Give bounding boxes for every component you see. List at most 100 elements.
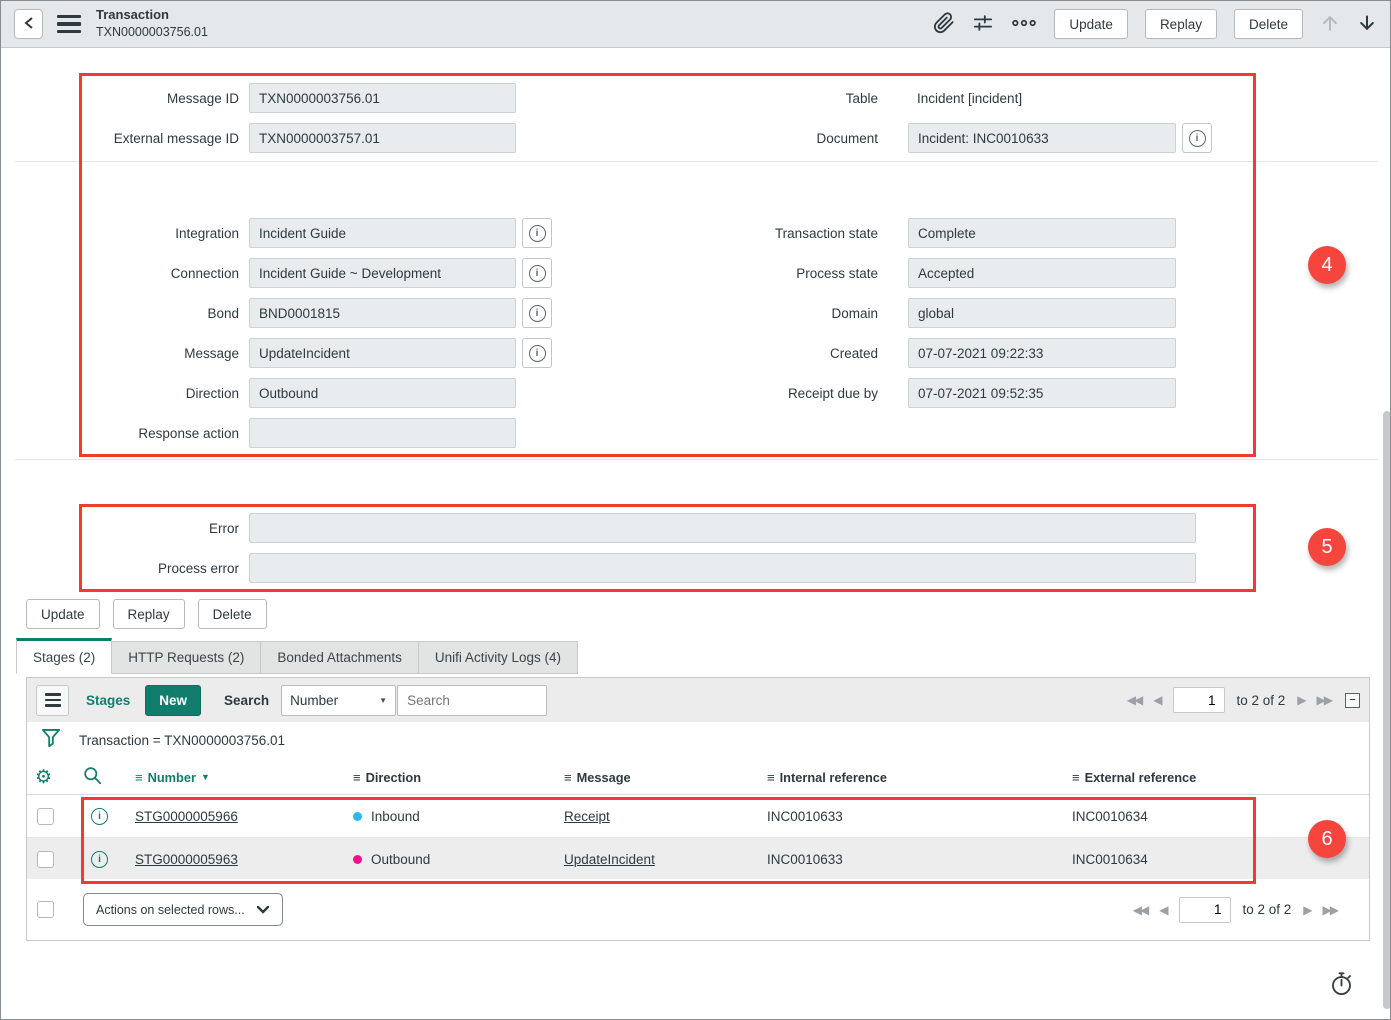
annotation-badge-6: 6: [1308, 820, 1346, 858]
actions-on-selected-rows-select[interactable]: Actions on selected rows...: [83, 893, 283, 926]
last-page-button[interactable]: ▶▶: [1323, 903, 1337, 917]
stage-number-link[interactable]: STG0000005966: [135, 809, 238, 824]
transaction-state-input[interactable]: [908, 218, 1176, 248]
page-scrollbar[interactable]: [1383, 411, 1391, 1009]
more-options-button[interactable]: [1011, 17, 1037, 32]
stage-message-link[interactable]: UpdateIncident: [564, 852, 655, 867]
info-icon: i: [91, 851, 108, 868]
delete-button[interactable]: Delete: [1234, 9, 1303, 39]
column-header-message[interactable]: ≡ Message: [564, 759, 631, 795]
field-label: Message ID: [41, 91, 249, 106]
stage-number-link[interactable]: STG0000005963: [135, 852, 238, 867]
tab-http-requests[interactable]: HTTP Requests (2): [112, 641, 261, 674]
row-checkbox[interactable]: [37, 851, 54, 868]
sort-descending-icon: ▼: [201, 772, 210, 782]
column-header-internal-reference[interactable]: ≡ Internal reference: [767, 759, 887, 795]
info-icon: i: [1189, 130, 1206, 147]
column-search-button[interactable]: [83, 759, 102, 795]
response-time-button[interactable]: [1329, 971, 1354, 1001]
delete-button-bottom[interactable]: Delete: [198, 599, 267, 629]
row-checkbox[interactable]: [37, 808, 54, 825]
field-domain: Domain: [701, 298, 1176, 328]
direction-input[interactable]: [249, 378, 516, 408]
column-header-number[interactable]: ≡ Number ▼: [135, 759, 210, 795]
tab-stages[interactable]: Stages (2): [16, 638, 112, 674]
page-number-input[interactable]: [1173, 687, 1225, 713]
first-page-button[interactable]: ◀◀: [1127, 693, 1141, 707]
list-toolbar: Stages New Search Number ▼ ◀◀ ◀ to 2 of …: [27, 678, 1369, 722]
row-preview-button[interactable]: i: [91, 808, 108, 825]
list-column-headers: ⚙ ≡ Number ▼ ≡ Direction ≡ Message ≡: [27, 759, 1369, 795]
minimize-list-button[interactable]: −: [1345, 693, 1360, 708]
bond-input[interactable]: [249, 298, 516, 328]
internal-reference-value: INC0010633: [767, 852, 843, 867]
previous-page-button[interactable]: ◀: [1153, 693, 1160, 707]
process-state-input[interactable]: [908, 258, 1176, 288]
new-stage-button[interactable]: New: [145, 685, 201, 716]
response-action-input[interactable]: [249, 418, 516, 448]
field-label: Transaction state: [701, 226, 908, 241]
field-message-id: Message ID: [41, 83, 516, 113]
update-button-bottom[interactable]: Update: [26, 599, 100, 629]
connection-input[interactable]: [249, 258, 516, 288]
receipt-due-by-input[interactable]: [908, 378, 1176, 408]
bond-preview-button[interactable]: i: [522, 298, 552, 328]
outbound-dot-icon: [353, 855, 362, 864]
field-message: Message i: [41, 338, 552, 368]
field-created: Created: [701, 338, 1176, 368]
field-transaction-state: Transaction state: [701, 218, 1176, 248]
direction-value: Outbound: [371, 852, 430, 867]
column-label: Message: [577, 770, 631, 785]
next-page-button[interactable]: ▶: [1303, 903, 1310, 917]
list-context-menu-button[interactable]: [36, 685, 69, 716]
domain-input[interactable]: [908, 298, 1176, 328]
process-error-input[interactable]: [249, 553, 1196, 583]
replay-button-bottom[interactable]: Replay: [113, 599, 185, 629]
column-menu-icon: ≡: [1072, 770, 1080, 785]
field-external-message-id: External message ID: [41, 123, 516, 153]
attachments-button[interactable]: [933, 12, 955, 37]
document-input[interactable]: [908, 123, 1176, 153]
last-page-button[interactable]: ▶▶: [1317, 693, 1331, 707]
info-icon: i: [529, 305, 546, 322]
list-search-input[interactable]: [397, 685, 547, 716]
integration-preview-button[interactable]: i: [522, 218, 552, 248]
row-preview-button[interactable]: i: [91, 851, 108, 868]
next-page-button[interactable]: ▶: [1297, 693, 1304, 707]
replay-button[interactable]: Replay: [1145, 9, 1217, 39]
created-input[interactable]: [908, 338, 1176, 368]
additional-actions-menu-icon[interactable]: [57, 15, 81, 34]
next-record-button[interactable]: [1357, 12, 1377, 37]
page-number-input[interactable]: [1179, 897, 1231, 923]
back-button[interactable]: [14, 9, 43, 39]
message-id-input[interactable]: [249, 83, 516, 113]
filter-icon[interactable]: [41, 728, 61, 753]
personalize-form-button[interactable]: [972, 13, 994, 36]
actions-select-placeholder: Actions on selected rows...: [96, 903, 245, 917]
message-input[interactable]: [249, 338, 516, 368]
previous-page-button[interactable]: ◀: [1159, 903, 1166, 917]
column-menu-icon: ≡: [353, 770, 361, 785]
column-header-external-reference[interactable]: ≡ External reference: [1072, 759, 1196, 795]
tab-unifi-activity-logs[interactable]: Unifi Activity Logs (4): [419, 641, 578, 674]
connection-preview-button[interactable]: i: [522, 258, 552, 288]
field-direction: Direction: [41, 378, 516, 408]
search-field-select[interactable]: Number ▼: [281, 685, 396, 716]
document-preview-button[interactable]: i: [1182, 123, 1212, 153]
tab-bonded-attachments[interactable]: Bonded Attachments: [261, 641, 419, 674]
previous-record-button[interactable]: [1320, 12, 1340, 37]
first-page-button[interactable]: ◀◀: [1133, 903, 1147, 917]
inbound-dot-icon: [353, 812, 362, 821]
filter-breadcrumb[interactable]: Transaction = TXN0000003756.01: [79, 733, 285, 748]
personalize-list-button[interactable]: ⚙: [35, 759, 52, 795]
error-input[interactable]: [249, 513, 1196, 543]
column-header-direction[interactable]: ≡ Direction: [353, 759, 421, 795]
integration-input[interactable]: [249, 218, 516, 248]
field-label: Error: [41, 521, 249, 536]
message-preview-button[interactable]: i: [522, 338, 552, 368]
external-message-id-input[interactable]: [249, 123, 516, 153]
update-button[interactable]: Update: [1054, 9, 1128, 39]
select-all-checkbox[interactable]: [37, 901, 54, 918]
field-label: Bond: [41, 306, 249, 321]
stage-message-link[interactable]: Receipt: [564, 809, 610, 824]
